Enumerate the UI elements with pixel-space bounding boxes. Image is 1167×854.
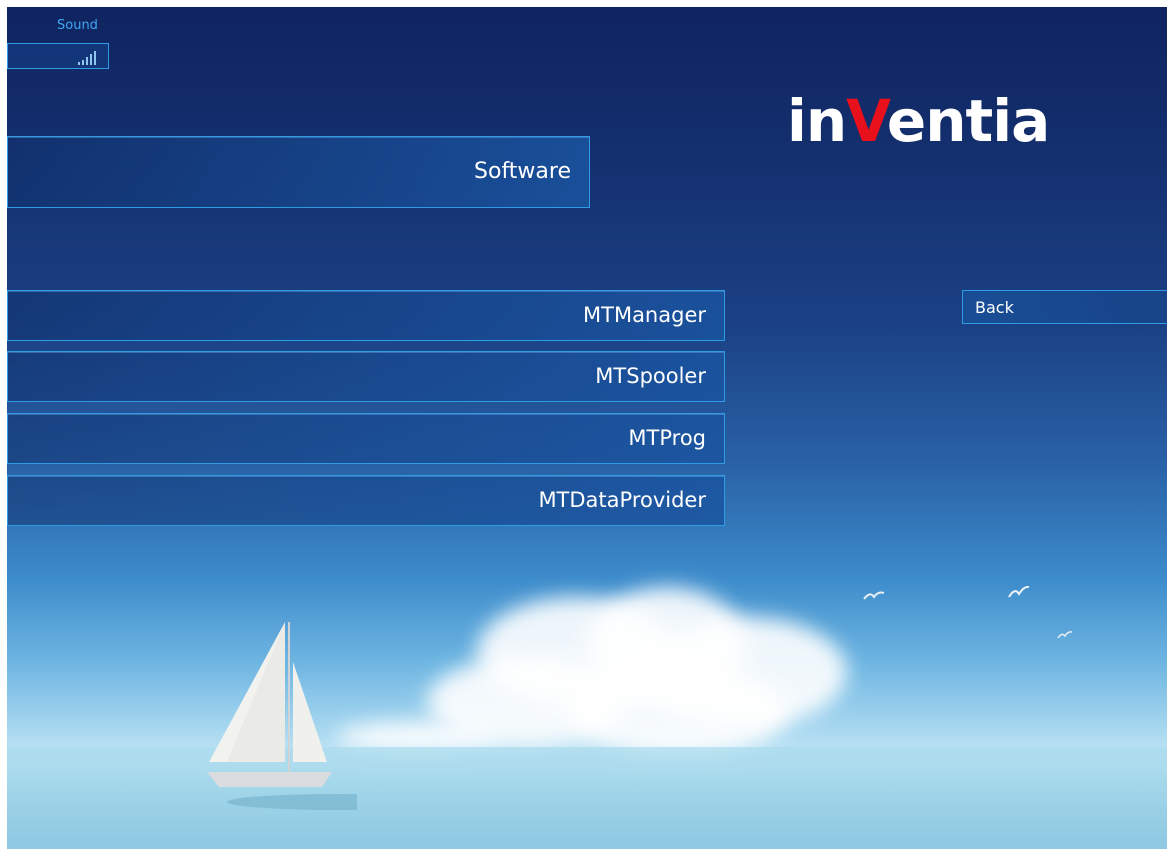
volume-bars-icon [78,51,96,65]
seagull-icon [1057,631,1073,639]
sailboat-icon [207,622,357,810]
menu-item-mtmanager[interactable]: MTManager [7,290,725,341]
back-button-label: Back [975,298,1014,317]
seagull-icon [863,591,885,600]
back-button[interactable]: Back [962,290,1167,324]
menu-item-mtdataprovider[interactable]: MTDataProvider [7,475,725,526]
menu-item-mtspooler[interactable]: MTSpooler [7,351,725,402]
logo-text-part1: in [787,87,847,155]
logo-text-highlight: V [846,87,888,155]
cloud [567,667,787,757]
menu-item-mtprog[interactable]: MTProg [7,413,725,464]
software-section-button[interactable]: Software [7,136,590,208]
seagull-icon [1008,585,1030,598]
inventia-logo: inVentia [787,87,1077,157]
background-scene: Sound inVentia Software MTManager MTSpoo… [7,7,1167,849]
menu-item-label: MTDataProvider [538,488,706,512]
menu-item-label: MTProg [628,426,706,450]
software-section-label: Software [474,159,571,184]
menu-item-label: MTManager [583,303,706,327]
sound-label: Sound [57,18,98,33]
menu-item-label: MTSpooler [595,364,706,388]
sound-volume-control[interactable] [7,43,109,69]
sea [7,747,1167,849]
logo-text-part2: entia [886,87,1050,155]
